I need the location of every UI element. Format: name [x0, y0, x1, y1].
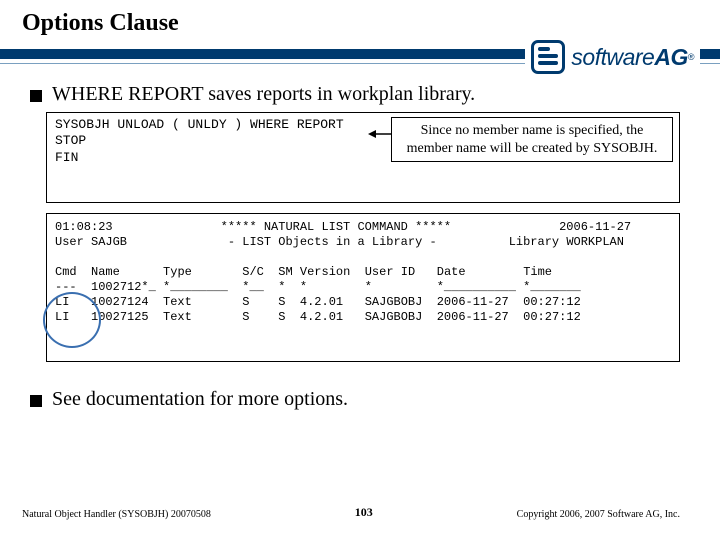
header-rule: software AG® — [0, 43, 720, 73]
r1c3: S — [242, 310, 249, 324]
square-bullet-icon — [30, 90, 42, 102]
mask-3: *__ — [242, 280, 264, 294]
mask-5: * — [300, 280, 307, 294]
mask-6: * — [365, 280, 372, 294]
r0c8: 00:27:12 — [523, 295, 581, 309]
r1c5: 4.2.01 — [300, 310, 343, 324]
r1c1: 10027125 — [91, 310, 149, 324]
callout-text: Since no member name is specified, the m… — [407, 123, 658, 156]
command-box: SYSOBJH UNLOAD ( UNLDY ) WHERE REPORT ST… — [46, 112, 680, 203]
mask-8: *_______ — [523, 280, 581, 294]
r0c6: SAJGBOBJ — [365, 295, 423, 309]
col-uid: User ID — [365, 265, 415, 279]
mask-1: 1002712*_ — [91, 280, 156, 294]
r1c0: LI — [55, 310, 69, 324]
r0c5: 4.2.01 — [300, 295, 343, 309]
col-sc: S/C — [242, 265, 264, 279]
brand-logo: software AG® — [525, 35, 700, 79]
bullet-see-docs: See documentation for more options. — [30, 388, 696, 411]
cmd-l2: STOP — [55, 133, 86, 148]
r0c2: Text — [163, 295, 192, 309]
page-number: 103 — [355, 505, 373, 520]
square-bullet-icon — [30, 395, 42, 407]
term-head-tl: 01:08:23 — [55, 220, 113, 234]
mask-0: --- — [55, 280, 77, 294]
footer-left: Natural Object Handler (SYSOBJH) 2007050… — [22, 509, 211, 520]
term-head-bc: - LIST Objects in a Library - — [228, 235, 437, 249]
cmd-l3: FIN — [55, 150, 78, 165]
col-cmd: Cmd — [55, 265, 77, 279]
term-head-tc: ***** NATURAL LIST COMMAND ***** — [221, 220, 451, 234]
r0c1: 10027124 — [91, 295, 149, 309]
bullet2-text: See documentation for more options. — [52, 388, 348, 411]
col-time: Time — [523, 265, 552, 279]
mask-7: *__________ — [437, 280, 516, 294]
col-date: Date — [437, 265, 466, 279]
term-head-bl: User SAJGB — [55, 235, 127, 249]
cmd-l1: SYSOBJH UNLOAD ( UNLDY ) WHERE REPORT — [55, 117, 344, 132]
slide-footer: Natural Object Handler (SYSOBJH) 2007050… — [0, 505, 720, 520]
arrow-icon — [368, 129, 392, 139]
mask-4: * — [278, 280, 285, 294]
mask-2: *________ — [163, 280, 228, 294]
col-ver: Version — [300, 265, 350, 279]
bullet1-text: WHERE REPORT saves reports in workplan l… — [52, 83, 475, 106]
brand-text-1: software — [571, 44, 654, 71]
col-sm: SM — [278, 265, 292, 279]
r0c7: 2006-11-27 — [437, 295, 509, 309]
r1c7: 2006-11-27 — [437, 310, 509, 324]
r0c4: S — [278, 295, 285, 309]
r1c6: SAJGBOBJ — [365, 310, 423, 324]
col-name: Name — [91, 265, 120, 279]
col-type: Type — [163, 265, 192, 279]
r1c4: S — [278, 310, 285, 324]
r1c2: Text — [163, 310, 192, 324]
footer-right: Copyright 2006, 2007 Software AG, Inc. — [517, 509, 680, 520]
bullet-where-report: WHERE REPORT saves reports in workplan l… — [30, 83, 696, 106]
r0c3: S — [242, 295, 249, 309]
term-head-tr: 2006-11-27 — [559, 220, 631, 234]
term-head-br: Library WORKPLAN — [509, 235, 624, 249]
r0c0: LI — [55, 295, 69, 309]
brand-badge-icon — [531, 40, 565, 74]
brand-text-2: AG — [654, 44, 688, 71]
terminal-listing: 01:08:23 ***** NATURAL LIST COMMAND ****… — [46, 213, 680, 362]
brand-reg: ® — [688, 52, 694, 62]
r1c8: 00:27:12 — [523, 310, 581, 324]
callout-box: Since no member name is specified, the m… — [391, 117, 673, 162]
